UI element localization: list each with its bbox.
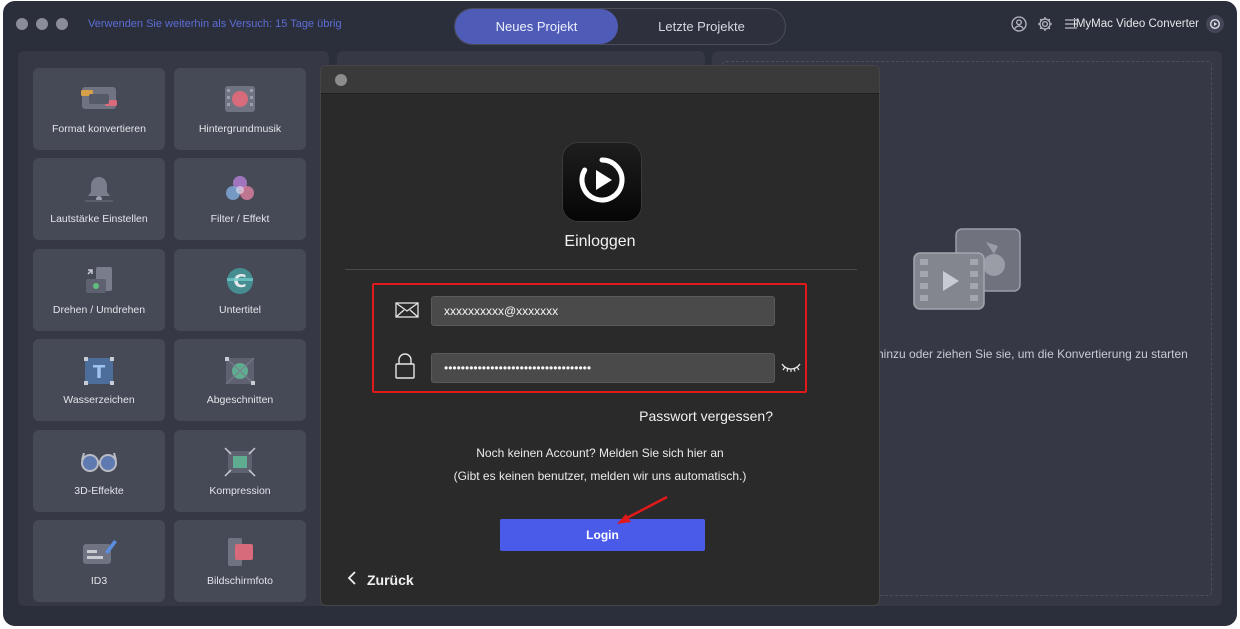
window-controls: [16, 18, 68, 30]
tool-label: Kompression: [209, 485, 271, 497]
media-files-icon: [912, 227, 1024, 316]
tool-label: Drehen / Umdrehen: [52, 304, 146, 316]
tool-lautstaerke-einstellen[interactable]: Lautstärke Einstellen: [33, 158, 165, 240]
drop-hint: hinzu oder ziehen Sie sie, um die Konver…: [877, 347, 1188, 361]
screenshot-icon: [223, 536, 257, 573]
divider: [345, 269, 857, 270]
mail-icon: [395, 302, 419, 323]
dialog-title: Einloggen: [564, 233, 636, 250]
play-logo-icon: [576, 154, 628, 211]
password-field[interactable]: [431, 353, 775, 383]
svg-text:T: T: [93, 362, 106, 383]
svg-text:C: C: [233, 271, 246, 292]
app-logo: [562, 142, 642, 222]
background-music-icon: [222, 84, 258, 119]
tool-drehen-umdrehen[interactable]: Drehen / Umdrehen: [33, 249, 165, 331]
3d-glasses-icon: [79, 446, 119, 481]
tool-label: 3D-Effekte: [74, 485, 124, 497]
close-dialog-button[interactable]: [335, 74, 347, 86]
tool-wasserzeichen[interactable]: T Wasserzeichen: [33, 339, 165, 421]
tool-label: Hintergrundmusik: [198, 123, 282, 135]
tool-label: Untertitel: [218, 304, 261, 316]
tool-3d-effekte[interactable]: 3D-Effekte: [33, 430, 165, 512]
auto-login-note: (Gibt es keinen benutzer, melden wir uns…: [453, 469, 747, 483]
tool-hintergrundmusik[interactable]: Hintergrundmusik: [174, 68, 306, 150]
back-label: Zurück: [367, 571, 414, 588]
back-button[interactable]: Zurück: [347, 571, 414, 588]
tool-id3[interactable]: ID3: [33, 520, 165, 602]
filter-icon: [223, 174, 257, 211]
email-field[interactable]: [431, 296, 775, 326]
red-arrow-icon: [611, 494, 671, 533]
tool-kompression[interactable]: Kompression: [174, 430, 306, 512]
chevron-left-icon: [347, 571, 357, 588]
lock-icon: [395, 353, 415, 384]
user-icon[interactable]: [1011, 16, 1027, 32]
tool-format-konvertieren[interactable]: Format konvertieren: [33, 68, 165, 150]
tool-untertitel[interactable]: C Untertitel: [174, 249, 306, 331]
tool-filter-effekt[interactable]: Filter / Effekt: [174, 158, 306, 240]
tool-label: Bildschirmfoto: [207, 575, 273, 587]
login-dialog: Einloggen Passwort vergessen? Noch keine…: [320, 65, 880, 606]
format-convert-icon: [79, 84, 119, 119]
minimize-window-button[interactable]: [36, 18, 48, 30]
crop-icon: [223, 355, 257, 392]
tool-label: Wasserzeichen: [63, 394, 135, 406]
register-link[interactable]: Noch keinen Account? Melden Sie sich hie…: [321, 446, 879, 460]
project-tabs: Neues Projekt Letzte Projekte: [454, 8, 786, 45]
tools-panel: Format konvertieren Hintergrundmusik Lau…: [18, 51, 329, 606]
app-logo-icon: [1206, 15, 1224, 33]
volume-bell-icon: [82, 174, 116, 209]
titlebar-icons: [1011, 16, 1079, 32]
id3-icon: [81, 536, 117, 571]
zoom-window-button[interactable]: [56, 18, 68, 30]
tab-neues-projekt[interactable]: Neues Projekt: [455, 9, 618, 44]
rotate-icon: [82, 265, 116, 302]
subtitle-icon: C: [223, 265, 257, 302]
tool-label: Lautstärke Einstellen: [50, 213, 148, 225]
tool-bildschirmfoto[interactable]: Bildschirmfoto: [174, 520, 306, 602]
app-name: iMyMac Video Converter: [1073, 18, 1199, 30]
gear-icon[interactable]: [1037, 16, 1053, 32]
tool-label: ID3: [90, 575, 108, 587]
dialog-titlebar: [321, 66, 879, 94]
login-button[interactable]: Login: [500, 519, 705, 551]
forgot-password-link[interactable]: Passwort vergessen?: [639, 408, 773, 424]
tool-label: Abgeschnitten: [206, 394, 274, 406]
tool-label: Filter / Effekt: [210, 213, 270, 225]
tool-label: Format konvertieren: [52, 123, 146, 135]
watermark-icon: T: [82, 355, 116, 392]
compress-icon: [223, 446, 257, 483]
trial-notice[interactable]: Verwenden Sie weiterhin als Versuch: 15 …: [88, 18, 342, 30]
close-window-button[interactable]: [16, 18, 28, 30]
tab-letzte-projekte[interactable]: Letzte Projekte: [618, 9, 785, 44]
tool-abgeschnitten[interactable]: Abgeschnitten: [174, 339, 306, 421]
hide-password-icon[interactable]: [780, 360, 802, 379]
